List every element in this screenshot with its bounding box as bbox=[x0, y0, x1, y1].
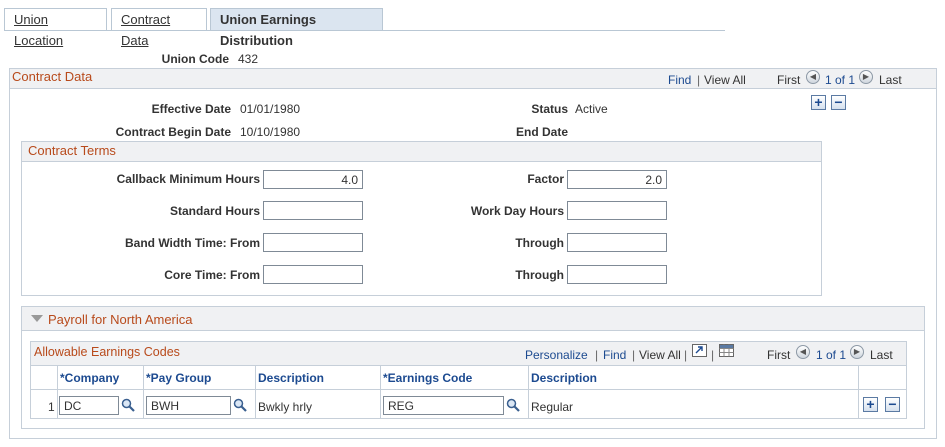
plus-icon: + bbox=[866, 396, 875, 412]
add-grid-row-button[interactable]: + bbox=[863, 397, 878, 412]
contract-prev-button[interactable]: ◀ bbox=[806, 70, 820, 84]
core-time-from-label: Core Time: From bbox=[164, 268, 260, 282]
status-label: Status bbox=[531, 102, 568, 116]
grid-col-divider bbox=[143, 365, 144, 419]
chevron-left-icon: ◀ bbox=[799, 347, 807, 356]
search-icon[interactable] bbox=[121, 398, 135, 412]
factor-label: Factor bbox=[527, 172, 564, 186]
grid-row-count: 1 of 1 bbox=[816, 348, 847, 362]
add-row-button[interactable]: + bbox=[811, 95, 826, 110]
pay-group-input[interactable] bbox=[146, 396, 231, 415]
union-code-value: 432 bbox=[238, 52, 259, 66]
grid-col-divider bbox=[57, 365, 58, 419]
band-through-label: Through bbox=[515, 236, 564, 250]
core-through-label: Through bbox=[515, 268, 564, 282]
contract-data-title: Contract Data bbox=[12, 69, 93, 84]
grid-view-all-link[interactable]: View All bbox=[639, 348, 681, 362]
band-width-from-label: Band Width Time: From bbox=[125, 236, 260, 250]
status-value: Active bbox=[575, 102, 608, 116]
union-code-label: Union Code bbox=[161, 52, 229, 66]
work-day-hours-input[interactable] bbox=[567, 201, 667, 220]
delete-grid-row-button[interactable]: − bbox=[885, 397, 900, 412]
earnings-code-description: Regular bbox=[531, 400, 574, 414]
grid-col-divider bbox=[858, 365, 859, 419]
tab-union-location[interactable]: Union Location bbox=[4, 8, 107, 48]
grid-col-divider bbox=[380, 365, 381, 419]
contract-first-label: First bbox=[777, 73, 801, 87]
standard-hours-label: Standard Hours bbox=[169, 204, 260, 218]
earnings-codes-title: Allowable Earnings Codes bbox=[34, 345, 180, 359]
contract-begin-date-label: Contract Begin Date bbox=[115, 125, 231, 139]
core-time-from-input[interactable] bbox=[263, 265, 363, 284]
nav-separator: | bbox=[711, 348, 715, 362]
contract-begin-date-value: 10/10/1980 bbox=[240, 125, 301, 139]
band-width-from-input[interactable] bbox=[263, 233, 363, 252]
factor-input[interactable] bbox=[567, 170, 667, 189]
grid-prev-button[interactable]: ◀ bbox=[796, 345, 810, 359]
grid-header-bottom-line bbox=[31, 389, 906, 390]
payroll-north-america-title[interactable]: Payroll for North America bbox=[48, 312, 193, 327]
tab-union-earnings-distribution[interactable]: Union Earnings Distribution bbox=[210, 8, 383, 48]
work-day-hours-label: Work Day Hours bbox=[470, 204, 564, 218]
grid-first-label: First bbox=[767, 348, 791, 362]
contract-next-button[interactable]: ▶ bbox=[859, 70, 873, 84]
end-date-label: End Date bbox=[515, 125, 568, 139]
download-spreadsheet-icon[interactable] bbox=[719, 344, 734, 357]
contract-row-count: 1 of 1 bbox=[825, 73, 856, 87]
search-icon[interactable] bbox=[506, 398, 520, 412]
nav-separator: | bbox=[684, 348, 688, 362]
grid-last-label: Last bbox=[870, 348, 893, 362]
contract-view-all-link[interactable]: View All bbox=[704, 73, 746, 87]
zoom-grid-icon[interactable] bbox=[692, 344, 707, 357]
contract-last-label: Last bbox=[879, 73, 902, 87]
minus-icon: − bbox=[888, 396, 897, 412]
tab-underline bbox=[4, 30, 725, 31]
personalize-link[interactable]: Personalize bbox=[525, 348, 588, 362]
standard-hours-input[interactable] bbox=[263, 201, 363, 220]
col-header-description[interactable]: Description bbox=[258, 371, 324, 385]
grid-find-link[interactable]: Find bbox=[603, 348, 626, 362]
tab-contract-data[interactable]: Contract Data bbox=[111, 8, 207, 48]
col-header-pay-group[interactable]: *Pay Group bbox=[146, 371, 211, 385]
core-through-input[interactable] bbox=[567, 265, 667, 284]
pay-group-description: Bwkly hrly bbox=[258, 400, 313, 414]
callback-min-hours-input[interactable] bbox=[263, 170, 363, 189]
nav-separator: | bbox=[632, 348, 636, 362]
plus-icon: + bbox=[814, 94, 823, 110]
search-icon[interactable] bbox=[233, 398, 247, 412]
minus-icon: − bbox=[834, 94, 843, 110]
band-through-input[interactable] bbox=[567, 233, 667, 252]
col-header-earnings-code[interactable]: *Earnings Code bbox=[383, 371, 472, 385]
effective-date-value: 01/01/1980 bbox=[240, 102, 301, 116]
col-header-earnings-description[interactable]: Description bbox=[531, 371, 597, 385]
chevron-right-icon: ▶ bbox=[862, 72, 870, 81]
nav-separator: | bbox=[595, 348, 599, 362]
grid-col-divider bbox=[528, 365, 529, 419]
nav-separator: | bbox=[697, 73, 701, 87]
callback-min-hours-label: Callback Minimum Hours bbox=[116, 172, 260, 186]
collapse-triangle-icon[interactable] bbox=[31, 315, 43, 322]
chevron-right-icon: ▶ bbox=[853, 347, 861, 356]
delete-row-button[interactable]: − bbox=[831, 95, 846, 110]
company-input[interactable] bbox=[59, 396, 119, 415]
chevron-left-icon: ◀ bbox=[809, 72, 817, 81]
grid-next-button[interactable]: ▶ bbox=[850, 345, 864, 359]
row-number: 1 bbox=[48, 400, 55, 414]
contract-terms-title: Contract Terms bbox=[28, 143, 116, 158]
grid-header-top-line bbox=[31, 365, 906, 366]
contract-find-link[interactable]: Find bbox=[668, 73, 691, 87]
effective-date-label: Effective Date bbox=[151, 102, 231, 116]
col-header-company[interactable]: *Company bbox=[60, 371, 119, 385]
grid-col-divider bbox=[255, 365, 256, 419]
earnings-code-input[interactable] bbox=[383, 396, 504, 415]
contract-terms-header bbox=[22, 142, 821, 162]
